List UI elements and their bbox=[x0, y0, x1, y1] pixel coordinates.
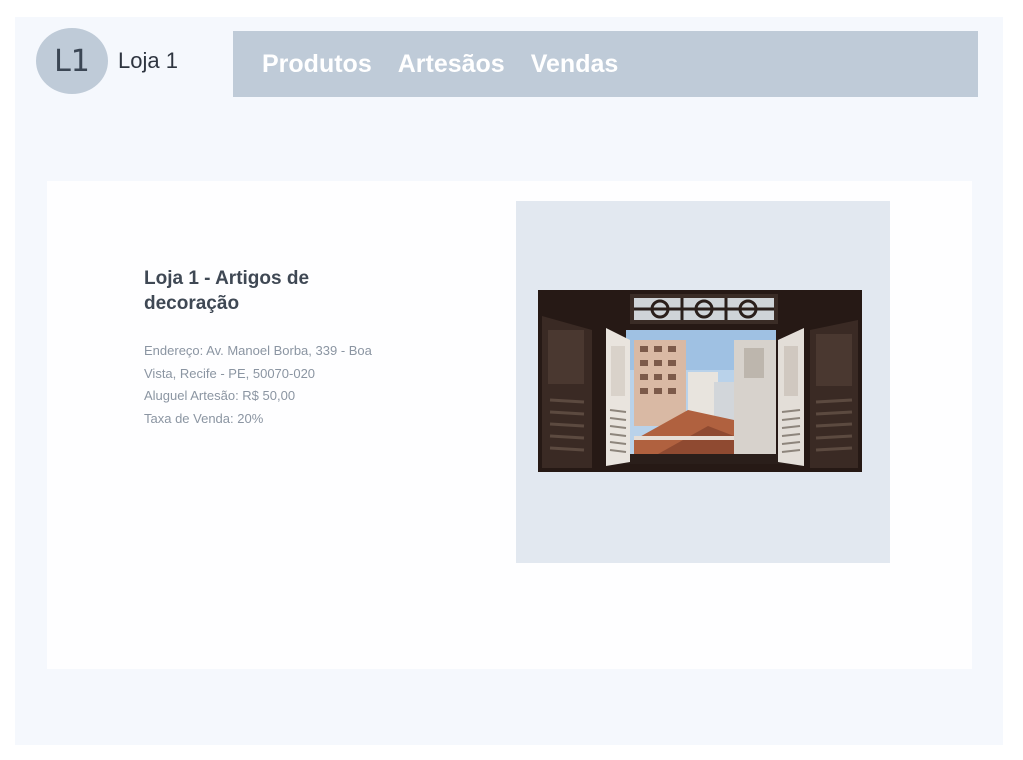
store-rent: Aluguel Artesão: R$ 50,00 bbox=[144, 388, 296, 403]
nav-artesaos[interactable]: Artesãos bbox=[398, 50, 505, 79]
store-title: Loja 1 - Artigos de decoração bbox=[144, 268, 310, 314]
store-name: Loja 1 bbox=[118, 48, 178, 73]
store-avatar[interactable]: L1 bbox=[36, 28, 108, 94]
store-info: Loja 1 - Artigos de decoração Endereço: … bbox=[144, 266, 404, 430]
main-nav: Produtos Artesãos Vendas bbox=[233, 31, 978, 97]
store-fee: Taxa de Venda: 20% bbox=[144, 410, 264, 426]
avatar-initials: L1 bbox=[54, 43, 90, 79]
store-photo bbox=[538, 290, 862, 472]
nav-vendas[interactable]: Vendas bbox=[531, 50, 619, 79]
store-address: Endereço: Av. Manoel Borba, 339 - Boa Vi… bbox=[144, 343, 372, 381]
nav-produtos[interactable]: Produtos bbox=[262, 50, 372, 79]
